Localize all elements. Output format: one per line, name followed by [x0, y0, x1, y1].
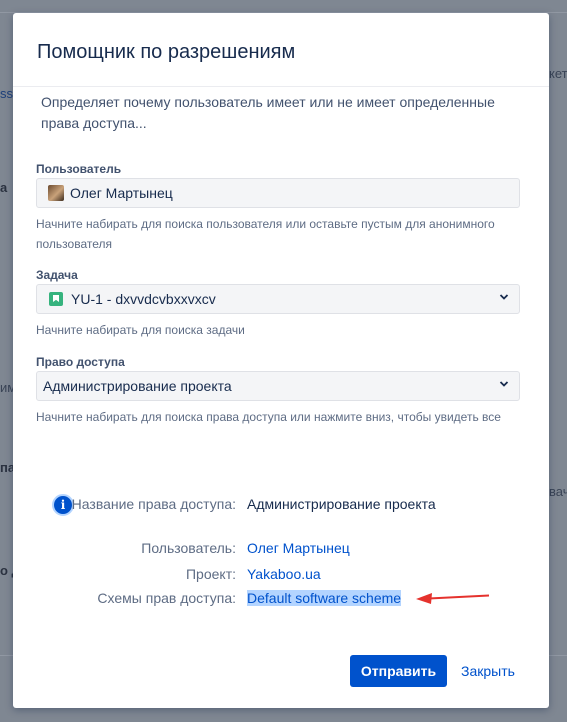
annotation-arrow	[416, 593, 490, 604]
user-field-label: Пользователь	[36, 162, 122, 176]
header-divider	[13, 86, 549, 87]
result-permission-name-value: Администрирование проекта	[247, 496, 436, 512]
story-icon	[49, 292, 63, 306]
chevron-down-icon[interactable]	[499, 379, 509, 389]
submit-button[interactable]: Отправить	[350, 655, 447, 687]
issue-field-label: Задача	[36, 268, 78, 282]
result-user-label: Пользователь:	[141, 540, 236, 556]
avatar	[48, 185, 64, 201]
permission-field-label: Право доступа	[36, 355, 125, 369]
background-text-fragment-right: кет	[549, 66, 567, 81]
permission-helper-dialog: Помощник по разрешениям Определяет почем…	[13, 13, 549, 708]
result-user-link[interactable]: Олег Мартынец	[247, 538, 350, 558]
issue-select[interactable]: YU-1 - dxvvdcvbxxvxcv	[36, 284, 520, 314]
result-project-link[interactable]: Yakaboo.ua	[247, 564, 321, 584]
user-picker[interactable]: Олег Мартынец	[36, 178, 520, 208]
result-permission-name-label: Название права доступа:	[71, 496, 236, 512]
background-heading-fragment: а	[0, 180, 8, 195]
user-picker-value: Олег Мартынец	[70, 185, 173, 201]
issue-field-help: Начните набирать для поиска задачи	[36, 323, 245, 337]
background-text-fragment-right-2: вачє	[549, 484, 567, 499]
dialog-title: Помощник по разрешениям	[37, 41, 296, 63]
result-project-label: Проект:	[185, 566, 236, 582]
user-field-help: Начните набирать для поиска пользователя…	[36, 217, 495, 251]
dialog-description: Определяет почему пользователь имеет или…	[41, 94, 495, 131]
issue-select-value: YU-1 - dxvvdcvbxxvxcv	[71, 291, 216, 307]
background-link-fragment: ss	[0, 86, 13, 101]
permission-select-value: Администрирование проекта	[43, 378, 232, 394]
chevron-down-icon[interactable]	[499, 292, 509, 302]
permission-select[interactable]: Администрирование проекта	[36, 371, 520, 401]
selected-scheme-text: Default software scheme	[247, 590, 402, 606]
close-button[interactable]: Закрыть	[457, 655, 521, 687]
result-schemes-label: Схемы прав доступа:	[97, 590, 236, 606]
permission-field-help: Начните набирать для поиска права доступ…	[36, 410, 501, 424]
result-scheme-link[interactable]: Default software scheme	[247, 588, 402, 608]
